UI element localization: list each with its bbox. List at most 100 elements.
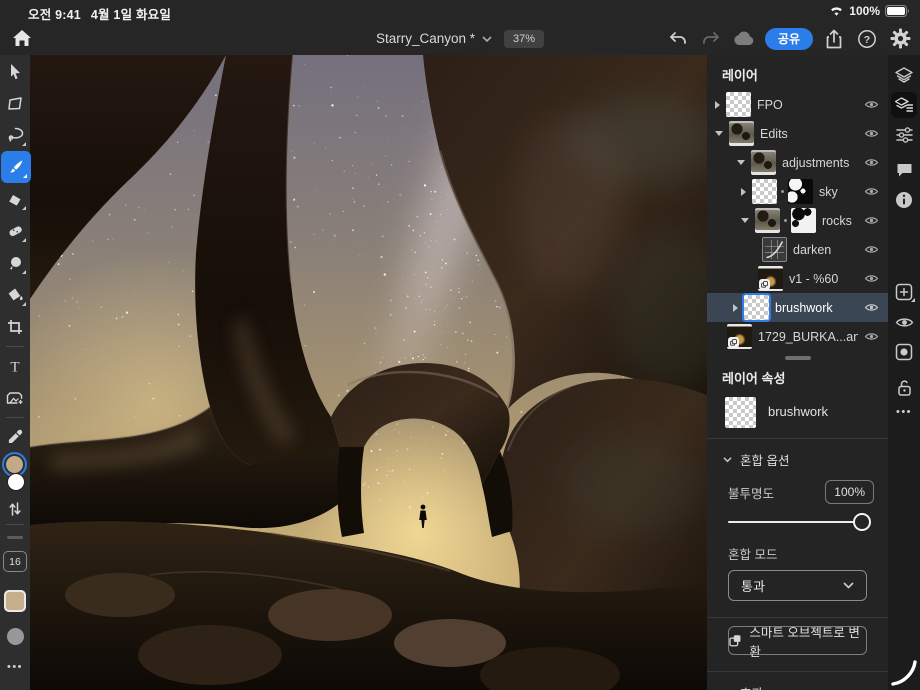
smart-object-badge-icon: [728, 337, 739, 348]
disclosure-triangle[interactable]: [737, 160, 745, 165]
layer-visibility-toggle[interactable]: [864, 99, 879, 110]
settings-gear-icon[interactable]: [888, 27, 912, 51]
lock-layer-button[interactable]: [891, 374, 917, 400]
document-info-button[interactable]: [891, 187, 917, 213]
transform-select-tool[interactable]: [0, 87, 30, 119]
document-title[interactable]: Starry_Canyon *: [376, 31, 492, 46]
strip-more-button[interactable]: •••: [896, 406, 912, 418]
layer-row-adjustments[interactable]: adjustments: [707, 148, 888, 177]
layer-mask-button[interactable]: [891, 339, 917, 365]
mask-link-icon: [784, 219, 787, 222]
toolbar-divider: [6, 417, 24, 418]
selected-layer-thumbnail: [725, 397, 756, 428]
blur-smudge-tool[interactable]: [0, 247, 30, 279]
layer-thumbnail: [755, 208, 780, 233]
status-bar: 오전 9:41 4월 1일 화요일 100%: [0, 0, 920, 22]
layer-row-rocks[interactable]: rocks: [707, 206, 888, 235]
disclosure-triangle[interactable]: [741, 218, 749, 223]
svg-text:?: ?: [864, 34, 870, 46]
zoom-level-badge[interactable]: 37%: [504, 29, 545, 48]
disclosure-triangle[interactable]: [715, 100, 720, 109]
foreground-color-swatch[interactable]: [6, 456, 23, 473]
layer-thumbnail: [752, 179, 777, 204]
canvas-image: [30, 55, 707, 690]
layer-visibility-toggle[interactable]: [864, 186, 879, 197]
layer-visibility-toggle[interactable]: [864, 302, 879, 313]
share-button[interactable]: 공유: [764, 27, 813, 50]
cloud-sync-icon[interactable]: [732, 27, 756, 51]
smart-object-badge-icon: [759, 279, 770, 290]
chevron-down-icon: [482, 35, 492, 42]
right-icon-strip: •••: [888, 55, 920, 690]
layers-stack-icon[interactable]: [891, 62, 917, 88]
brush-tip-swatch[interactable]: [6, 628, 24, 645]
smart-object-icon: [729, 635, 741, 647]
blend-options-header[interactable]: 혼합 옵션: [707, 439, 888, 478]
clock: 오전 9:41: [28, 8, 81, 22]
move-tool[interactable]: [0, 55, 30, 87]
layer-row-1729[interactable]: 1729_BURKA...anced-NR33: [707, 322, 888, 351]
fill-tool[interactable]: [0, 279, 30, 311]
opacity-value-field[interactable]: 100%: [825, 480, 874, 504]
help-button[interactable]: ?: [855, 27, 879, 51]
layer-row-edits[interactable]: Edits: [707, 119, 888, 148]
layer-visibility-toggle[interactable]: [864, 157, 879, 168]
layer-thumbnail: [744, 295, 769, 320]
date: 4월 1일 화요일: [90, 8, 172, 22]
layer-row-v1[interactable]: v1 - %60: [707, 264, 888, 293]
disclosure-triangle[interactable]: [715, 131, 723, 136]
layer-visibility-toggle[interactable]: [864, 215, 879, 226]
layer-visibility-toggle[interactable]: [864, 331, 879, 342]
redo-button[interactable]: [699, 27, 723, 51]
swap-colors-button[interactable]: [0, 497, 30, 521]
smart-object-thumbnail: [727, 324, 752, 349]
layer-visibility-button[interactable]: [891, 309, 917, 335]
layer-row-brushwork[interactable]: brushwork: [707, 293, 888, 322]
healing-tool[interactable]: [0, 215, 30, 247]
blend-mode-dropdown[interactable]: 통과: [728, 570, 867, 601]
layer-mask-thumbnail: [791, 208, 816, 233]
canvas-area[interactable]: [30, 55, 707, 690]
eyedropper-tool[interactable]: [0, 421, 30, 453]
mask-link-icon: [781, 190, 784, 193]
adjustments-panel-button[interactable]: [891, 122, 917, 148]
eraser-tool[interactable]: [0, 183, 30, 215]
layer-row-sky[interactable]: sky: [707, 177, 888, 206]
toolbar-more-button[interactable]: •••: [7, 661, 23, 673]
crop-tool[interactable]: [0, 311, 30, 343]
type-tool[interactable]: T: [0, 350, 30, 382]
undo-button[interactable]: [666, 27, 690, 51]
svg-text:T: T: [10, 360, 19, 375]
panel-resize-handle[interactable]: [784, 356, 811, 360]
background-color-swatch[interactable]: [7, 473, 25, 491]
effects-header[interactable]: 효과: [707, 672, 888, 690]
opacity-slider[interactable]: [728, 512, 871, 532]
comments-button[interactable]: [891, 157, 917, 183]
layer-row-fpo[interactable]: FPO: [707, 90, 888, 119]
brush-options-handle[interactable]: [7, 536, 23, 539]
toolbar-divider: [6, 346, 24, 347]
lasso-tool[interactable]: [0, 119, 30, 151]
export-icon[interactable]: [822, 27, 846, 51]
layer-properties-panel-button[interactable]: [891, 92, 917, 118]
disclosure-triangle[interactable]: [733, 303, 738, 312]
brush-size-badge[interactable]: 16: [3, 551, 27, 572]
chevron-down-icon: [843, 582, 854, 589]
slider-knob[interactable]: [853, 513, 871, 531]
layer-properties-title: 레이어 속성: [722, 371, 786, 386]
convert-smart-object-button[interactable]: 스마트 오브젝트로 변환: [728, 626, 867, 659]
brush-tool[interactable]: [1, 151, 31, 183]
layer-visibility-toggle[interactable]: [864, 244, 879, 255]
place-image-tool[interactable]: [0, 382, 30, 414]
disclosure-triangle[interactable]: [741, 187, 746, 196]
add-layer-button[interactable]: [891, 279, 917, 305]
layer-visibility-toggle[interactable]: [864, 128, 879, 139]
brush-color-swatch[interactable]: [4, 590, 26, 612]
layer-visibility-toggle[interactable]: [864, 273, 879, 284]
blend-mode-label: 혼합 모드: [728, 548, 778, 562]
layer-row-darken[interactable]: darken: [707, 235, 888, 264]
layers-panel-title: 레이어: [722, 68, 758, 83]
layers-panel: 레이어 FPO Edits adjustments sky rocks dark…: [707, 55, 888, 690]
battery-percent: 100%: [849, 4, 880, 18]
layer-mask-thumbnail: [788, 179, 813, 204]
